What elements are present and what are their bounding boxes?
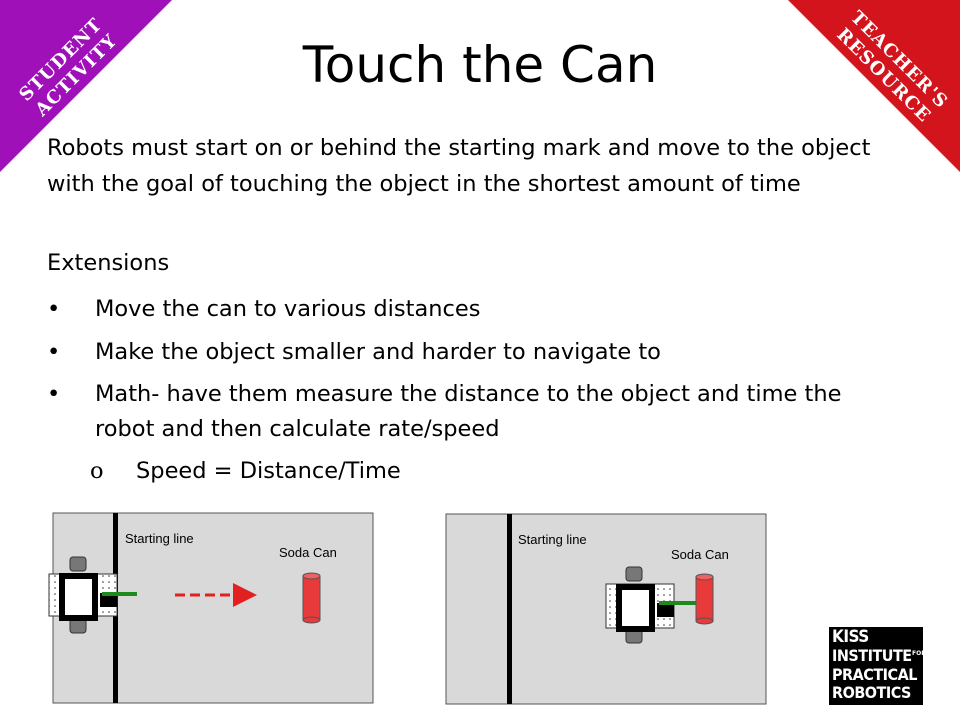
- logo-line-4: ROBOTICS: [832, 683, 911, 702]
- soda-can-bottom: [695, 617, 714, 625]
- soda-can: [302, 575, 321, 621]
- logo-line-1: KISS: [832, 627, 869, 647]
- bullet-text: Make the object smaller and harder to na…: [95, 339, 661, 365]
- robot-body: [616, 584, 655, 632]
- robot-wheel-bottom: [69, 618, 87, 634]
- sub-bullet-text: Speed = Distance/Time: [136, 458, 401, 484]
- bullet-marker: •: [47, 381, 61, 407]
- soda-can-bottom: [302, 616, 321, 624]
- bullet-text: Move the can to various distances: [95, 296, 481, 322]
- extensions-heading: Extensions: [47, 250, 170, 276]
- soda-can-top: [695, 573, 714, 581]
- robot-body: [59, 573, 98, 621]
- page-title: Touch the Can: [302, 36, 658, 94]
- diagram-2-graphic: Starting line Soda Can: [445, 513, 767, 705]
- starting-line-label: Starting line: [125, 531, 194, 546]
- bullet-text: Math- have them measure the distance to …: [95, 377, 915, 447]
- robot-wheel-top: [625, 566, 643, 582]
- robot-arm: [659, 601, 696, 605]
- diagram-1-graphic: Starting line Soda Can: [48, 512, 374, 704]
- logo-line-2: INSTITUTE: [832, 646, 912, 665]
- intro-paragraph: Robots must start on or behind the start…: [47, 130, 927, 202]
- soda-can: [695, 576, 714, 622]
- logo-for: FOR: [912, 650, 926, 657]
- robot-arm: [102, 592, 137, 596]
- intro-line-2: with the goal of touching the object in …: [47, 171, 801, 197]
- diagram-robot-touching-can: Starting line Soda Can: [440, 509, 780, 709]
- soda-can-label: Soda Can: [671, 547, 729, 562]
- intro-line-1: Robots must start on or behind the start…: [47, 135, 871, 161]
- diagram-robot-behind-line: Starting line Soda Can: [47, 508, 387, 708]
- sub-bullet-marker: o: [90, 458, 104, 484]
- soda-can-label: Soda Can: [279, 545, 337, 560]
- starting-line-label: Starting line: [518, 532, 587, 547]
- bullet-marker: •: [47, 296, 61, 322]
- logo-line-3: PRACTICAL: [832, 665, 917, 684]
- starting-line: [507, 514, 512, 704]
- bullet-text-line-1: Math- have them measure the distance to …: [95, 381, 842, 407]
- robot-sensor: [657, 603, 674, 617]
- soda-can-top: [302, 572, 321, 580]
- bullet-marker: •: [47, 339, 61, 365]
- bullet-text-line-2: robot and then calculate rate/speed: [95, 416, 500, 442]
- kiss-institute-logo: KISS INSTITUTE FOR PRACTICAL ROBOTICS: [829, 627, 926, 705]
- robot-wheel-top: [69, 556, 87, 572]
